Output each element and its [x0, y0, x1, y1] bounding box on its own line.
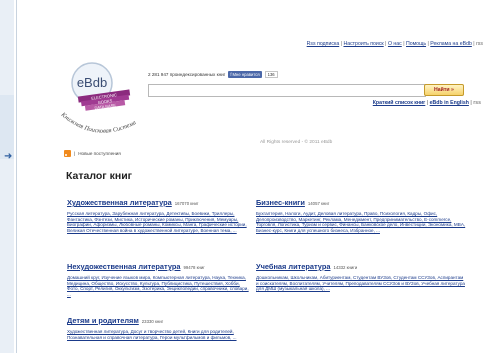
category-subcategories[interactable]: Русская литература, Зарубежная литератур… — [67, 211, 252, 234]
category-subcategories[interactable]: Дошкольникам, Школьникам, Абитуриентам, … — [256, 275, 466, 292]
help-link[interactable]: Помощь — [406, 41, 426, 47]
short-book-list-link[interactable]: Краткий список книг — [373, 100, 426, 106]
index-count-row: 2 281 947 проиндексированных книг f Мне … — [148, 71, 278, 78]
category-count: 14332 книги — [333, 265, 358, 270]
category-count: 167070 книг — [174, 201, 199, 206]
search-settings-link[interactable]: Настроить поиск — [343, 41, 383, 47]
category-count: 14057 книг — [307, 201, 330, 206]
arrow-right-icon: ➜ — [4, 151, 13, 162]
category-business: Бизнес-книги 14057 книг Бухгалтерия, Нало… — [256, 192, 471, 234]
category-fiction: Художественная литература 167070 книг Рус… — [67, 192, 252, 234]
copyright: All Rights reserved - © 2011 eBdb — [260, 140, 333, 145]
category-subcategories[interactable]: Домашний круг, Изучение языков мира, Ком… — [67, 275, 252, 298]
category-count: 99478 книг — [183, 265, 205, 270]
category-title[interactable]: Детям и родителям — [67, 316, 139, 325]
category-subcategories[interactable]: Бухгалтерия, Налоги, Аудит, Деловая лите… — [256, 211, 471, 234]
search-input[interactable] — [148, 84, 426, 97]
english-version-link[interactable]: eBdb in English — [430, 100, 469, 106]
search-sublinks: Краткий список книг | eBdb in English | … — [372, 100, 481, 106]
like-count: 136 — [264, 71, 278, 78]
logo-arc-text: Книжная Поисковая Система — [59, 111, 137, 135]
about-link[interactable]: О нас — [388, 41, 402, 47]
category-count: 23330 книг — [141, 319, 164, 324]
category-educational: Учебная литература 14332 книги Дошкольник… — [256, 256, 466, 292]
top-nav: Rss подписка | Настроить поиск | О нас |… — [306, 41, 483, 47]
category-title[interactable]: Нехудожественная литература — [67, 262, 180, 271]
facebook-like-button[interactable]: f Мне нравится — [228, 71, 262, 78]
logo-graphic: eBdb ELECTRONIC BOOKS DATA BASE Книжная … — [59, 62, 137, 135]
advertising-link[interactable]: Реклама на eBdb — [430, 41, 472, 47]
new-arrivals[interactable]: | Новые поступления — [64, 150, 121, 157]
background-strip — [0, 95, 14, 159]
site-logo[interactable]: eBdb ELECTRONIC BOOKS DATA BASE Книжная … — [57, 55, 143, 145]
category-title[interactable]: Учебная литература — [256, 262, 330, 271]
category-title[interactable]: Бизнес-книги — [256, 198, 305, 207]
category-children: Детям и родителям 23330 книг Художественн… — [67, 310, 252, 340]
search-button[interactable]: Найти » — [424, 84, 464, 96]
catalog-title: Каталог книг — [66, 170, 133, 182]
category-nonfiction: Нехудожественная литература 99478 книг До… — [67, 256, 252, 298]
facebook-icon: f — [230, 72, 232, 77]
indexed-books-count: 2 281 947 проиндексированных книг — [148, 72, 226, 77]
category-title[interactable]: Художественная литература — [67, 198, 172, 207]
new-arrivals-label: Новые поступления — [78, 151, 121, 156]
category-subcategories[interactable]: Художественная литература, Досуг и творч… — [67, 329, 252, 340]
rss-icon — [64, 150, 71, 157]
outer-background — [0, 0, 14, 353]
facebook-like-label: Мне нравится — [232, 72, 260, 77]
rss-subscribe-link[interactable]: Rss подписка — [307, 41, 340, 47]
logo-text: eBdb — [77, 75, 107, 90]
logo-arc-path-text: Книжная Поисковая Система — [59, 111, 137, 135]
